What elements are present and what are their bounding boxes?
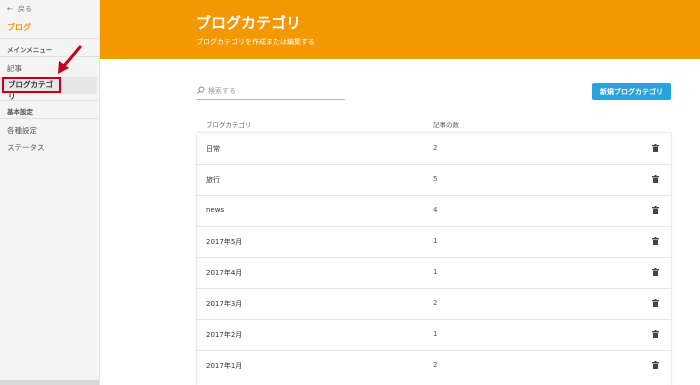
- trash-icon[interactable]: [652, 144, 659, 152]
- column-header-count[interactable]: 記事の数: [433, 119, 459, 129]
- divider: [0, 100, 99, 101]
- article-count: 5: [433, 175, 438, 183]
- sidebar-brand: ブログ: [7, 23, 31, 32]
- trash-icon[interactable]: [652, 299, 659, 307]
- back-label: 戻る: [17, 5, 32, 13]
- table-row[interactable]: 2017年1月 2: [197, 350, 671, 381]
- category-name: 日常: [206, 145, 220, 153]
- back-link[interactable]: ← 戻る: [7, 4, 32, 14]
- sidebar-item-status[interactable]: ステータス: [7, 142, 45, 153]
- scrollbar[interactable]: [0, 380, 99, 385]
- search-placeholder: 検索する: [208, 87, 236, 95]
- table-row[interactable]: 2017年2月 1: [197, 319, 671, 351]
- table-row[interactable]: 日常 2: [197, 133, 671, 165]
- page-header: ブログカテゴリ ブログカテゴリを作成または編集する: [100, 0, 700, 59]
- sidebar-item-settings[interactable]: 各種設定: [7, 125, 37, 136]
- category-name: news: [206, 206, 225, 214]
- page-subtitle: ブログカテゴリを作成または編集する: [196, 38, 315, 46]
- trash-icon[interactable]: [652, 175, 659, 183]
- sidebar-item-articles[interactable]: 記事: [7, 63, 22, 74]
- article-count: 1: [433, 237, 438, 245]
- category-name: 2017年3月: [206, 300, 243, 308]
- article-count: 4: [433, 206, 438, 214]
- category-name: 2017年5月: [206, 238, 243, 246]
- page-title: ブログカテゴリ: [196, 14, 302, 32]
- article-count: 2: [433, 144, 438, 152]
- category-name: 2017年4月: [206, 269, 243, 277]
- trash-icon[interactable]: [652, 361, 659, 369]
- divider: [0, 38, 99, 39]
- new-blog-category-button[interactable]: 新規ブログカテゴリ: [592, 83, 671, 100]
- table-row[interactable]: news 4: [197, 195, 671, 227]
- back-arrow-icon: ←: [7, 5, 13, 13]
- category-name: 旅行: [206, 176, 220, 184]
- article-count: 2: [433, 361, 438, 369]
- basic-settings-heading: 基本設定: [7, 108, 33, 116]
- article-count: 1: [433, 330, 438, 338]
- column-header-category[interactable]: ブログカテゴリ: [206, 119, 252, 129]
- trash-icon[interactable]: [652, 330, 659, 338]
- table-row[interactable]: 2017年5月 1: [197, 226, 671, 258]
- trash-icon[interactable]: [652, 268, 659, 276]
- trash-icon[interactable]: [652, 206, 659, 214]
- category-name: 2017年1月: [206, 362, 243, 370]
- trash-icon[interactable]: [652, 237, 659, 245]
- annotation-arrow-icon: [58, 45, 82, 74]
- search-icon: [197, 86, 205, 94]
- sidebar: ← 戻る ブログ メインメニュー 記事 ブログカテゴリ 基本設定 各種設定 ステー…: [0, 0, 100, 385]
- sidebar-item-blog-category[interactable]: ブログカテゴリ: [2, 77, 61, 101]
- category-table: 日常 2 旅行 5 news 4 2017年5月 1 2017年4月 1 201…: [197, 133, 671, 385]
- table-row[interactable]: 旅行 5: [197, 164, 671, 196]
- article-count: 2: [433, 299, 438, 307]
- divider: [0, 118, 99, 119]
- category-name: 2017年2月: [206, 331, 243, 339]
- table-row[interactable]: 2017年3月 2: [197, 288, 671, 320]
- table-row[interactable]: 2017年4月 1: [197, 257, 671, 289]
- article-count: 1: [433, 268, 438, 276]
- main-menu-heading: メインメニュー: [7, 46, 53, 54]
- search-input[interactable]: 検索する: [197, 84, 345, 100]
